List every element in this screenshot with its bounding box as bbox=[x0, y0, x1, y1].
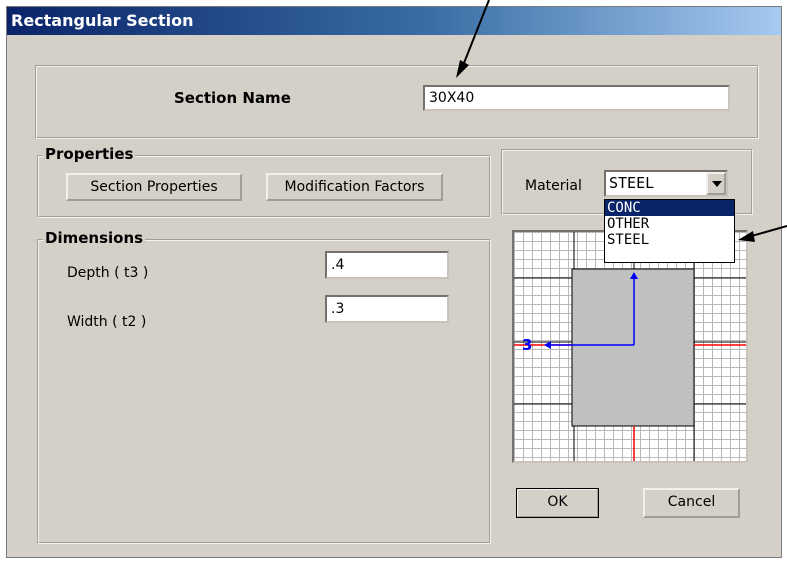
arrow-head-icon bbox=[738, 231, 755, 242]
annotation-arrows bbox=[456, 0, 787, 242]
arrow-head-icon bbox=[456, 60, 469, 78]
